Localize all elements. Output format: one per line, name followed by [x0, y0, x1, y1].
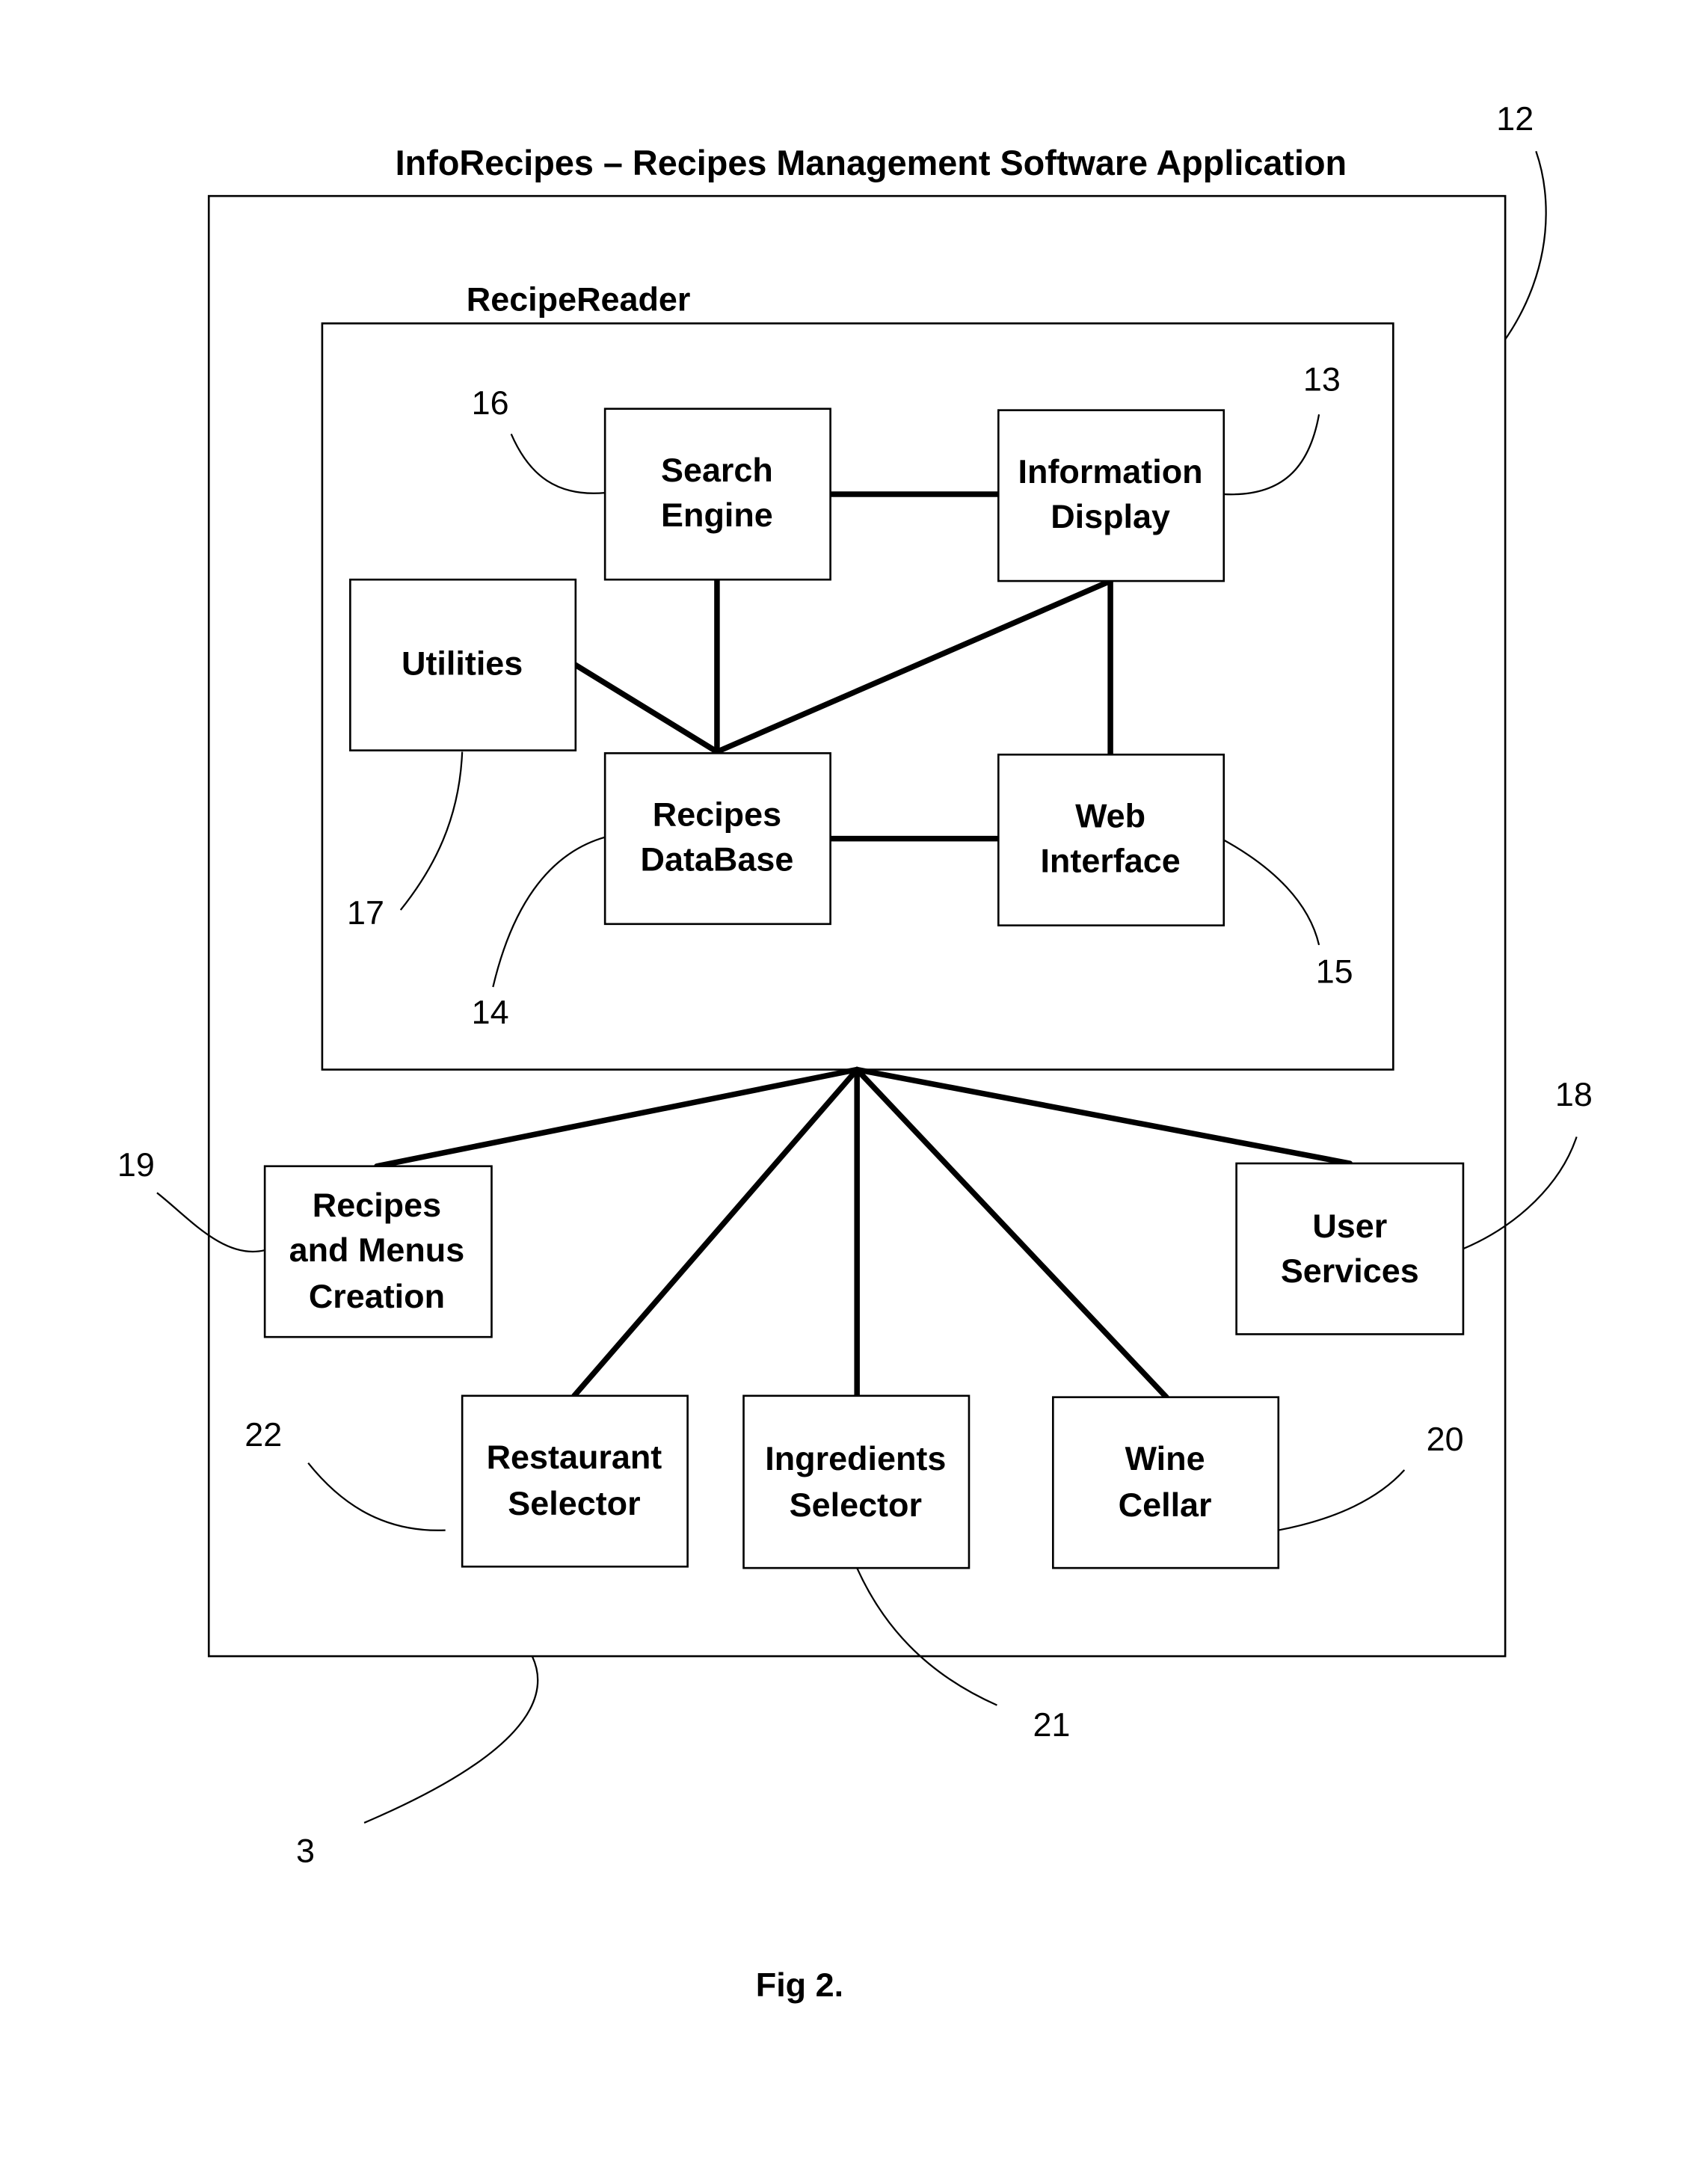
component-information-display: Information Display — [997, 409, 1225, 582]
recipes-menus-line-1: Recipes — [313, 1186, 441, 1224]
wine-cellar-line-1: Wine — [1125, 1439, 1205, 1477]
ref-20: 20 — [1427, 1420, 1464, 1458]
ref-21: 21 — [1033, 1705, 1070, 1744]
leader-3 — [363, 1655, 539, 1824]
recipes-menus-line-2: and Menus — [289, 1231, 465, 1269]
search-engine-line-2: Engine — [661, 496, 773, 534]
web-interface-line-1: Web — [1075, 797, 1145, 835]
module-ingredients-selector: Ingredients Selector — [742, 1394, 971, 1569]
subsystem-label: RecipeReader — [467, 280, 691, 319]
ref-15: 15 — [1316, 952, 1353, 990]
ref-17: 17 — [347, 893, 384, 932]
component-search-engine: Search Engine — [603, 407, 831, 581]
component-utilities: Utilities — [349, 578, 577, 751]
ref-13: 13 — [1303, 360, 1341, 398]
ref-12: 12 — [1496, 99, 1534, 138]
utilities-line-1: Utilities — [402, 645, 523, 683]
figure-caption: Fig 2. — [756, 1966, 843, 2004]
component-recipes-database: Recipes DataBase — [603, 752, 831, 926]
wine-cellar-line-2: Cellar — [1119, 1486, 1212, 1524]
user-services-line-1: User — [1312, 1207, 1387, 1245]
module-restaurant-selector: Restaurant Selector — [461, 1394, 689, 1568]
ingredients-selector-line-1: Ingredients — [765, 1439, 946, 1477]
module-user-services: User Services — [1235, 1162, 1465, 1335]
component-web-interface: Web Interface — [997, 753, 1225, 926]
restaurant-selector-line-1: Restaurant — [487, 1438, 662, 1476]
figure-title: InfoRecipes – Recipes Management Softwar… — [396, 144, 1347, 182]
ref-19: 19 — [117, 1145, 155, 1184]
recipes-database-line-1: Recipes — [653, 796, 781, 834]
recipes-menus-line-3: Creation — [309, 1277, 445, 1315]
ref-18: 18 — [1555, 1075, 1593, 1113]
ref-3: 3 — [296, 1831, 315, 1869]
module-wine-cellar: Wine Cellar — [1052, 1396, 1280, 1569]
user-services-line-2: Services — [1281, 1252, 1419, 1290]
web-interface-line-2: Interface — [1040, 842, 1180, 880]
ref-14: 14 — [472, 993, 509, 1031]
patent-figure: InfoRecipes – Recipes Management Softwar… — [117, 99, 1593, 2004]
ingredients-selector-line-2: Selector — [790, 1486, 922, 1524]
information-display-line-2: Display — [1051, 497, 1170, 535]
recipes-database-line-2: DataBase — [641, 840, 794, 879]
module-recipes-menus-creation: Recipes and Menus Creation — [263, 1165, 493, 1338]
restaurant-selector-line-2: Selector — [508, 1484, 640, 1522]
ref-16: 16 — [472, 384, 509, 422]
ref-22: 22 — [244, 1415, 282, 1454]
search-engine-line-1: Search — [661, 451, 773, 489]
information-display-line-1: Information — [1018, 452, 1203, 490]
